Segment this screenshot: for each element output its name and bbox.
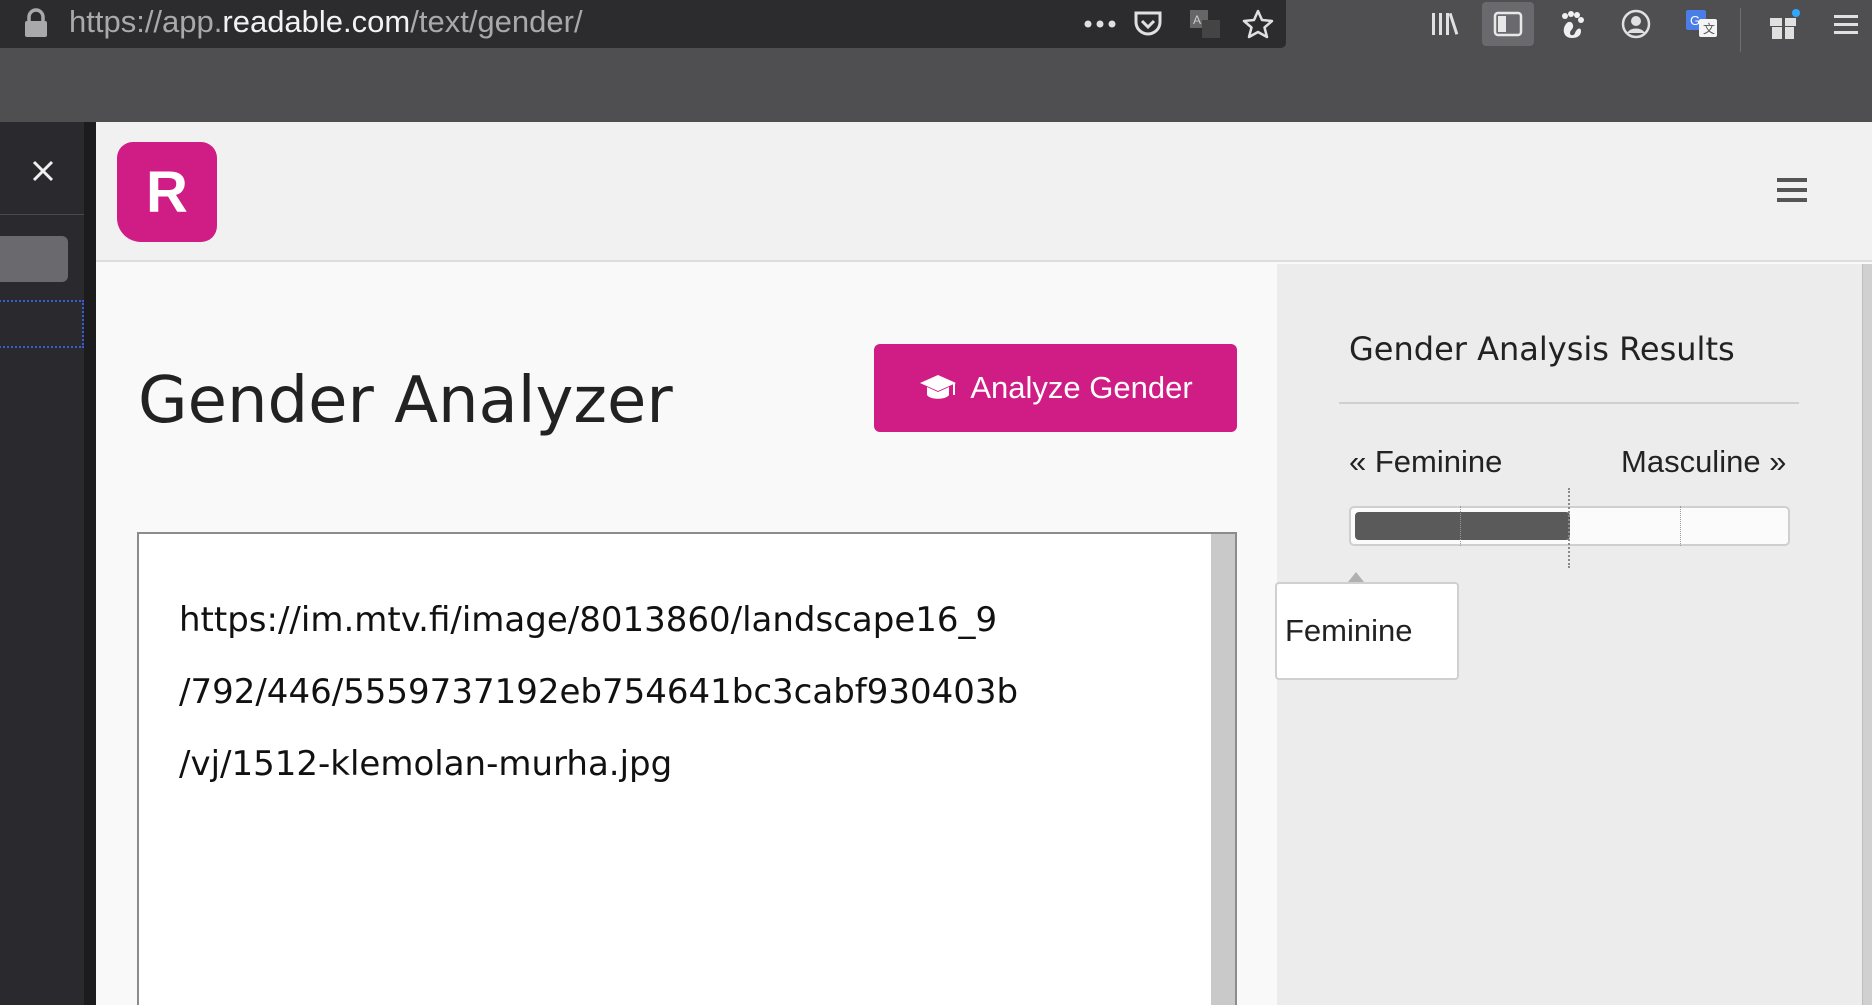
svg-text:G: G: [1690, 13, 1700, 28]
side-panel-focused-item[interactable]: [0, 300, 84, 348]
main-content: Gender Analyzer Analyze Gender https://i…: [96, 264, 1277, 1005]
logo-letter: R: [146, 159, 188, 225]
readable-logo[interactable]: R: [117, 142, 217, 242]
page-scrollbar[interactable]: [1862, 264, 1872, 1005]
page-title: Gender Analyzer: [138, 364, 673, 438]
results-title: Gender Analysis Results: [1349, 330, 1735, 368]
reader-view-icon[interactable]: [1482, 2, 1534, 46]
lock-icon: [25, 8, 47, 37]
toolbar-separator: [1740, 8, 1741, 52]
results-divider: [1339, 402, 1799, 404]
url-bar[interactable]: https://app.readable.com/text/gender/ A: [0, 0, 1286, 48]
svg-text:文: 文: [1703, 21, 1715, 36]
library-icon[interactable]: [1420, 2, 1472, 46]
close-icon[interactable]: [22, 150, 64, 192]
browser-toolbar: https://app.readable.com/text/gender/ A …: [0, 0, 1872, 122]
gender-scale-fill: [1355, 512, 1570, 540]
graduation-cap-icon: [920, 375, 957, 399]
masculine-scale-label: Masculine »: [1621, 444, 1787, 479]
menu-icon[interactable]: [1820, 2, 1872, 46]
scale-center-line: [1568, 488, 1570, 568]
results-panel: Gender Analysis Results « Feminine Mascu…: [1275, 264, 1872, 1005]
account-icon[interactable]: [1610, 2, 1662, 46]
text-input-content[interactable]: https://im.mtv.fi/image/8013860/landscap…: [179, 584, 1139, 800]
gnome-icon[interactable]: [1546, 2, 1598, 46]
bookmark-star-icon[interactable]: [1238, 4, 1278, 44]
gift-icon[interactable]: [1758, 2, 1810, 46]
side-panel-divider: [0, 214, 84, 215]
web-page: R Gender Analyzer Analyze Gender https:/…: [96, 122, 1872, 1005]
tooltip-arrow: [1348, 572, 1364, 582]
result-verdict: Feminine: [1285, 613, 1413, 648]
side-panel-border: [84, 122, 96, 1005]
text-input-scrollbar[interactable]: [1211, 534, 1235, 1005]
scale-tick: [1460, 506, 1461, 546]
more-icon[interactable]: [1080, 4, 1120, 44]
scale-tick: [1680, 506, 1681, 546]
app-header: R: [96, 122, 1872, 262]
hamburger-icon[interactable]: [1777, 177, 1807, 203]
text-line: https://im.mtv.fi/image/8013860/landscap…: [179, 600, 998, 640]
url-text[interactable]: https://app.readable.com/text/gender/: [69, 4, 583, 40]
text-line: /vj/1512-klemolan-murha.jpg: [179, 744, 673, 784]
analyze-gender-label: Analyze Gender: [970, 370, 1193, 405]
analyze-gender-button[interactable]: Analyze Gender: [874, 344, 1237, 432]
result-tooltip: Feminine: [1275, 582, 1459, 680]
text-input-area[interactable]: https://im.mtv.fi/image/8013860/landscap…: [137, 532, 1237, 1005]
side-panel-item[interactable]: [0, 236, 68, 282]
pocket-icon[interactable]: [1128, 4, 1168, 44]
google-translate-icon[interactable]: G文: [1676, 2, 1728, 46]
feminine-scale-label: « Feminine: [1349, 444, 1503, 479]
svg-text:A: A: [1193, 13, 1201, 27]
translate-icon[interactable]: A: [1185, 4, 1225, 44]
text-line: /792/446/5559737192eb754641bc3cabf930403…: [179, 672, 1019, 712]
